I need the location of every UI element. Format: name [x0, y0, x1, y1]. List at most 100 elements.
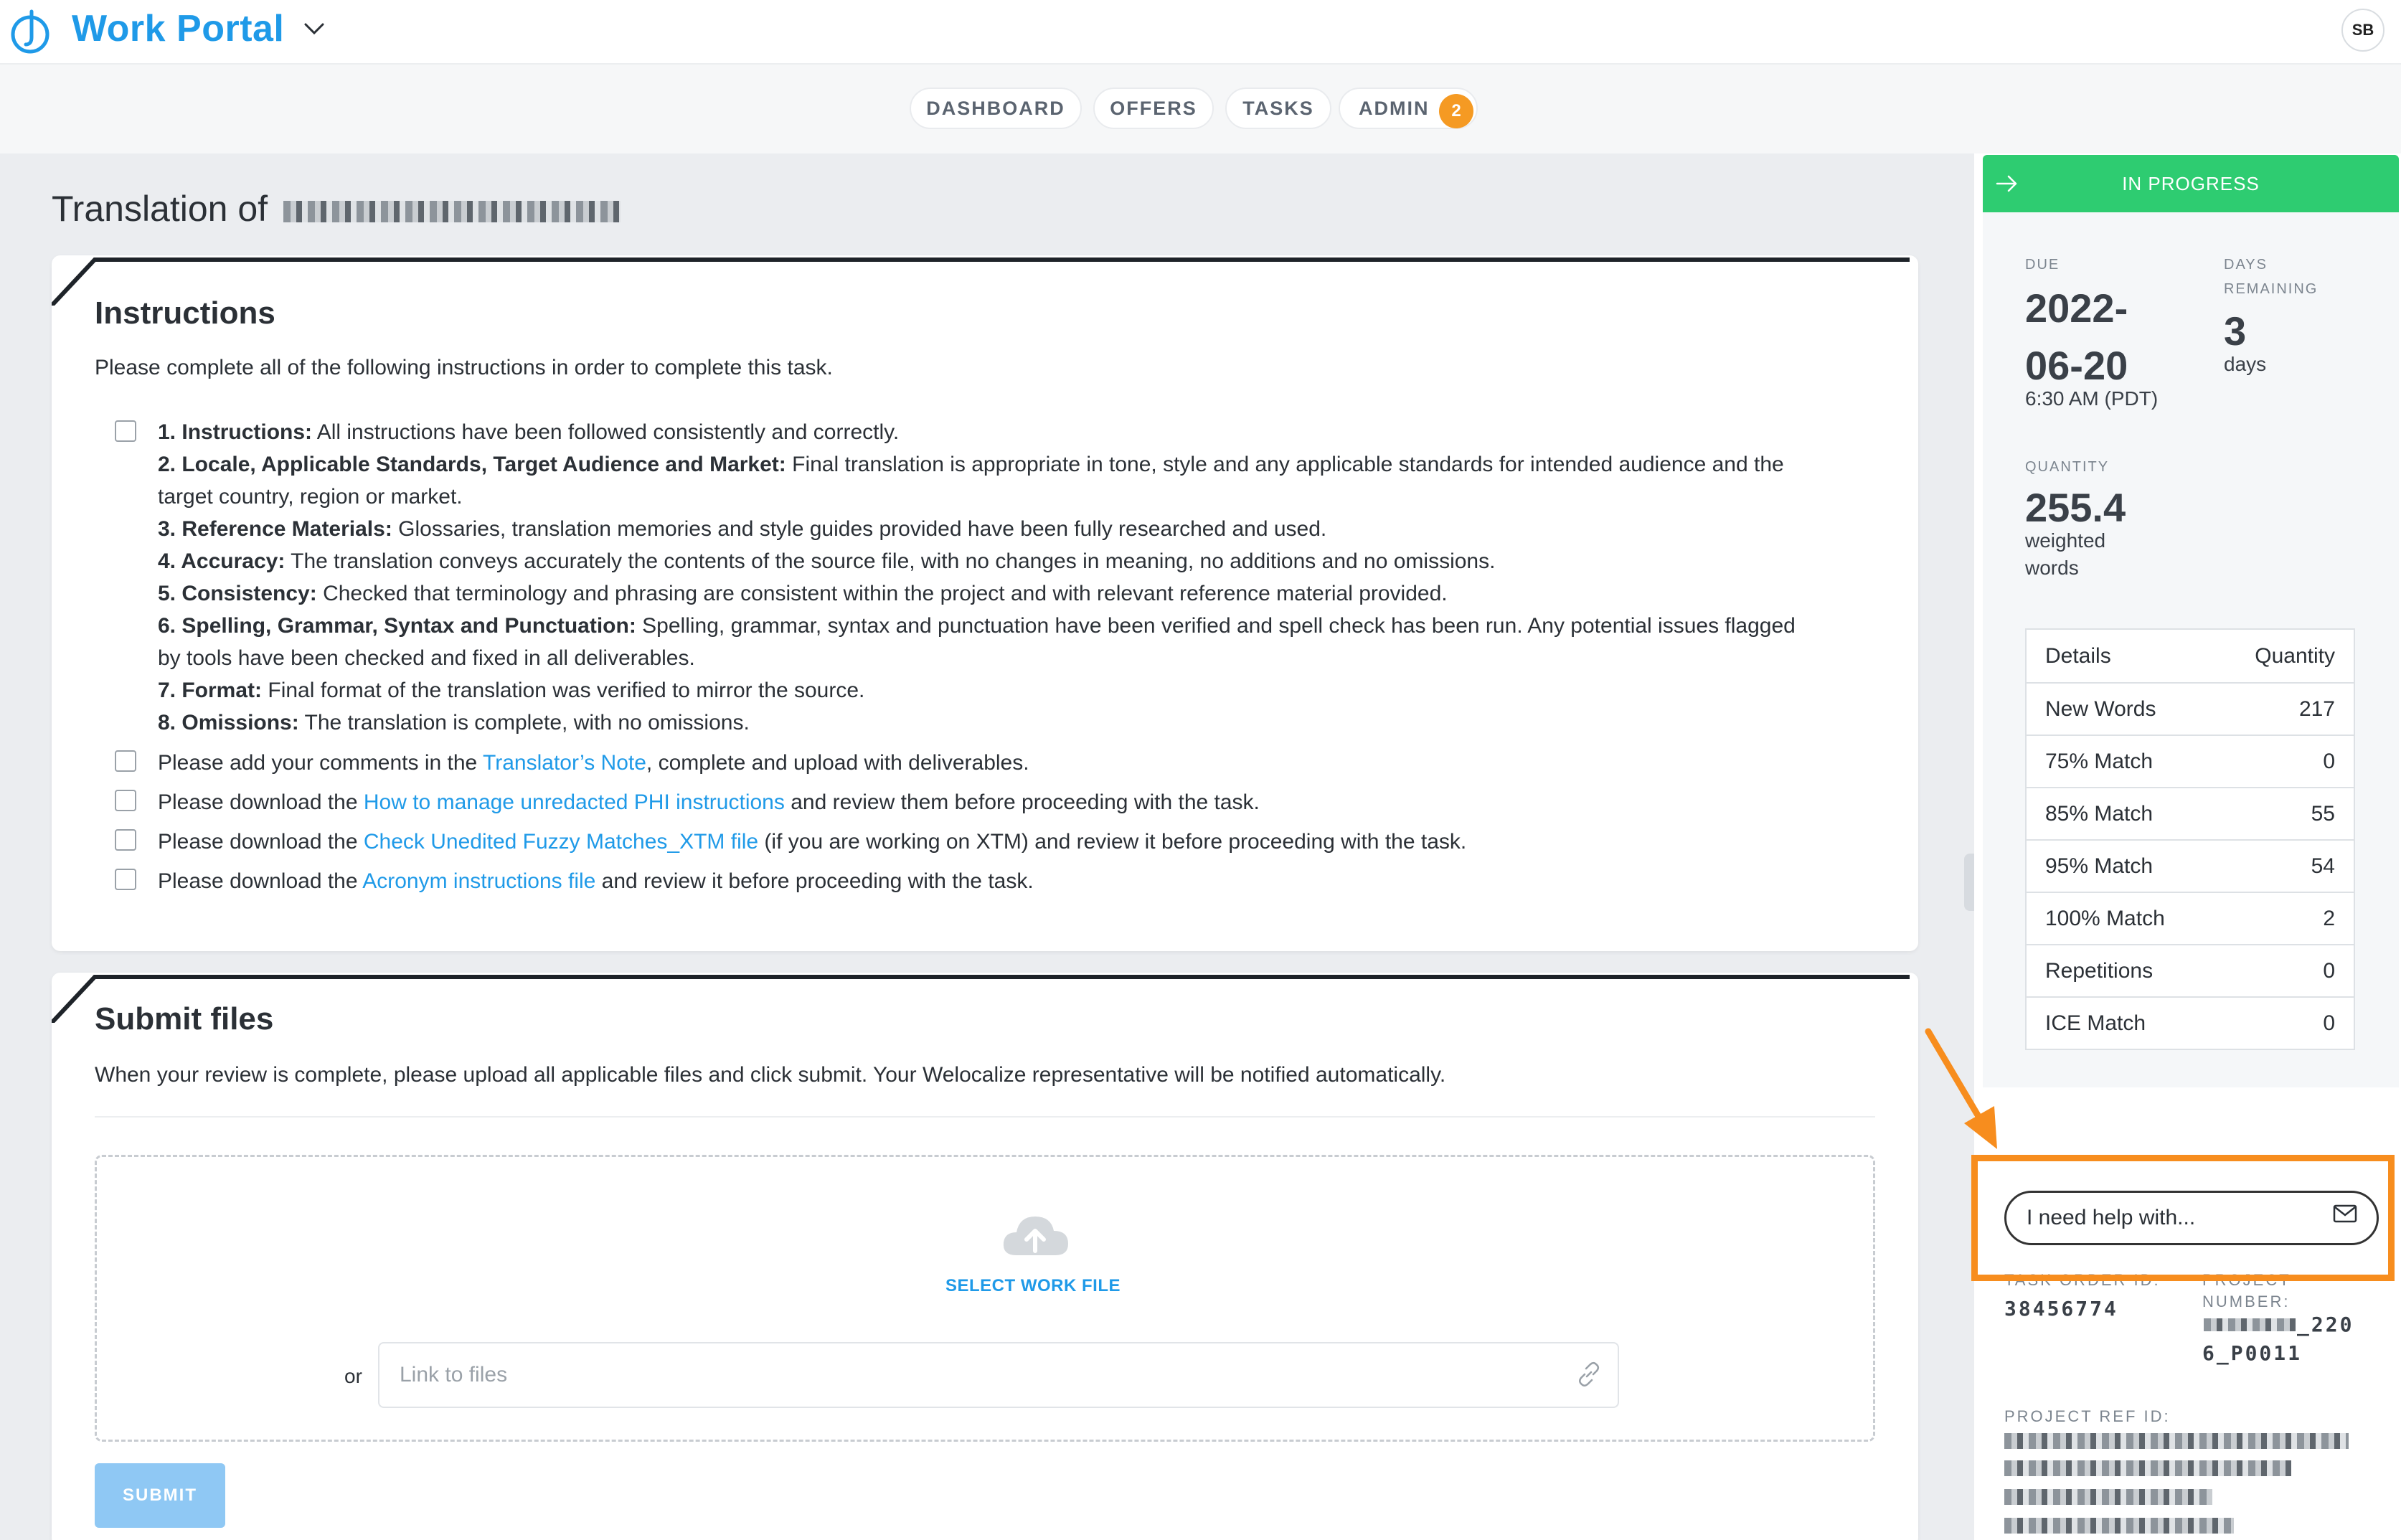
days-label-1: DAYS: [2224, 257, 2268, 273]
table-cell-quantity: 217: [2298, 696, 2335, 721]
annotation-arrow-icon: [1925, 1028, 1997, 1149]
app-logo-icon[interactable]: [10, 9, 53, 55]
acronym-instructions-checkbox[interactable]: [115, 869, 136, 890]
admin-count-badge: 2: [1439, 94, 1473, 128]
redacted-project-ref: [2004, 1460, 2291, 1476]
days-unit: days: [2224, 353, 2267, 375]
help-request-input[interactable]: I need help with...: [2004, 1191, 2379, 1245]
checklist-line: 7. Format: Final format of the translati…: [158, 674, 1879, 707]
fuzzy-matches-checkbox[interactable]: [115, 829, 136, 851]
table-row: 95% Match 54: [2027, 839, 2354, 892]
redacted-project-ref: [2004, 1433, 2349, 1449]
link-to-files-input[interactable]: Link to files: [378, 1342, 1619, 1408]
extra-instruction-text: , complete and upload with deliverables.: [646, 751, 1029, 775]
quantity-unit-1: weighted: [2025, 529, 2106, 552]
checklist-line: 8. Omissions: The translation is complet…: [158, 707, 1879, 739]
phi-instructions-checkbox[interactable]: [115, 790, 136, 811]
quantity-table: Details Quantity New Words 217 75% Match 0…: [2025, 628, 2355, 1050]
phi-instructions-link[interactable]: How to manage unredacted PHI instruction…: [364, 790, 785, 814]
top-bar: Work Portal SB: [0, 0, 2401, 65]
project-ref-label: PROJECT REF ID:: [2004, 1407, 2171, 1425]
table-cell-detail: 75% Match: [2045, 749, 2154, 773]
tab-dashboard[interactable]: DASHBOARD: [910, 88, 1082, 129]
quantity-label: QUANTITY: [2025, 459, 2110, 475]
or-label: or: [344, 1365, 362, 1387]
extra-instruction: Please add your comments in the Translat…: [158, 747, 1879, 779]
tab-offers[interactable]: OFFERS: [1093, 88, 1214, 129]
select-work-file-button[interactable]: SELECT WORK FILE: [943, 1276, 1123, 1296]
submit-heading: Submit files: [95, 1001, 274, 1036]
checklist-line-label: 1. Instructions:: [158, 420, 313, 444]
extra-instruction-text: and review them before proceeding with t…: [784, 790, 1260, 814]
extra-instruction: Please download the Acronym instructions…: [158, 865, 1879, 897]
extra-instruction-text: (if you are working on XTM) and review i…: [758, 830, 1467, 854]
checklist-line-text: The translation conveys accurately the c…: [291, 549, 1496, 573]
page-title: Translation of: [52, 188, 621, 230]
table-row: Repetitions 0: [2027, 944, 2354, 996]
redacted-project-ref: [2004, 1518, 2234, 1534]
translators-note-link[interactable]: Translator’s Note: [483, 751, 646, 775]
project-number-value-2: 6_P0011: [2202, 1341, 2303, 1365]
card-corner-accent: [52, 258, 1910, 306]
arrow-right-icon: [1996, 175, 2017, 192]
checklist-line-text: Final translation is appropriate in tone…: [792, 453, 1784, 476]
checklist-line-label: 7. Format:: [158, 679, 263, 702]
table-cell-detail: 95% Match: [2045, 854, 2154, 878]
redacted-document-name: [283, 200, 621, 222]
avatar[interactable]: SB: [2341, 9, 2385, 52]
app-title[interactable]: Work Portal: [72, 7, 284, 50]
divider: [95, 1116, 1875, 1118]
table-row: ICE Match 0: [2027, 996, 2354, 1049]
table-cell-detail: Repetitions: [2045, 958, 2154, 983]
table-header-quantity: Quantity: [2255, 643, 2335, 668]
instructions-heading: Instructions: [95, 296, 275, 331]
checklist-checkbox-main[interactable]: [115, 420, 136, 442]
fuzzy-matches-link[interactable]: Check Unedited Fuzzy Matches_XTM file: [364, 830, 758, 854]
mail-icon[interactable]: [2333, 1204, 2357, 1224]
table-row: 75% Match 0: [2027, 734, 2354, 787]
extra-instruction-text: Please download the: [158, 790, 364, 814]
due-date-line-1: 2022-: [2025, 285, 2128, 331]
checklist-line: 1. Instructions: All instructions have b…: [158, 416, 1879, 448]
checklist-line: 5. Consistency: Checked that terminology…: [158, 577, 1879, 610]
checklist-line: by tools have been checked and fixed in …: [158, 642, 1879, 674]
redacted-project-number: [2204, 1318, 2296, 1331]
checklist-line-text: All instructions have been followed cons…: [316, 420, 900, 444]
checklist-line-text: Glossaries, translation memories and sty…: [398, 517, 1327, 541]
status-banner[interactable]: IN PROGRESS: [1983, 155, 2399, 212]
file-dropzone[interactable]: SELECT WORK FILE or Link to files: [95, 1155, 1875, 1442]
tab-tasks[interactable]: TASKS: [1225, 88, 1331, 129]
checklist-line-label: 3. Reference Materials:: [158, 517, 392, 541]
redacted-project-ref: [2004, 1489, 2212, 1505]
table-cell-quantity: 0: [2323, 749, 2335, 773]
checklist-line-label: 8. Omissions:: [158, 711, 299, 734]
table-row: 100% Match 2: [2027, 892, 2354, 944]
checklist-line: 6. Spelling, Grammar, Syntax and Punctua…: [158, 610, 1879, 642]
checklist-line: 3. Reference Materials: Glossaries, tran…: [158, 513, 1879, 545]
table-cell-quantity: 2: [2323, 906, 2335, 930]
table-row: 85% Match 55: [2027, 787, 2354, 839]
project-number-value-1: _220: [2297, 1313, 2354, 1336]
checklist-line: 2. Locale, Applicable Standards, Target …: [158, 448, 1879, 481]
page-title-prefix: Translation of: [52, 189, 268, 229]
extra-instruction-text: Please add your comments in the: [158, 751, 483, 775]
checklist-line-text: Checked that terminology and phrasing ar…: [323, 582, 1448, 605]
table-cell-quantity: 0: [2323, 958, 2335, 983]
submit-button[interactable]: SUBMIT: [95, 1463, 225, 1528]
checklist-line-label: 4. Accuracy:: [158, 549, 286, 573]
table-header-details: Details: [2045, 643, 2111, 668]
acronym-instructions-link[interactable]: Acronym instructions file: [362, 869, 595, 893]
extra-instruction-text: Please download the: [158, 869, 363, 893]
extra-instruction: Please download the How to manage unreda…: [158, 786, 1879, 818]
table-header-row: Details Quantity: [2027, 630, 2354, 682]
checklist-line-text: Spelling, grammar, syntax and punctuatio…: [642, 614, 1796, 638]
instructions-lead: Please complete all of the following ins…: [95, 356, 833, 379]
checklist-line: 4. Accuracy: The translation conveys acc…: [158, 545, 1879, 577]
extra-instruction-text: and review it before proceeding with the…: [595, 869, 1034, 893]
translators-note-checkbox[interactable]: [115, 750, 136, 772]
chevron-down-icon[interactable]: [301, 16, 327, 42]
table-cell-detail: 85% Match: [2045, 801, 2154, 826]
checklist-line-label: 6. Spelling, Grammar, Syntax and Punctua…: [158, 614, 636, 638]
checklist-line-text: target country, region or market.: [158, 485, 463, 509]
cloud-upload-icon[interactable]: [999, 1211, 1071, 1261]
